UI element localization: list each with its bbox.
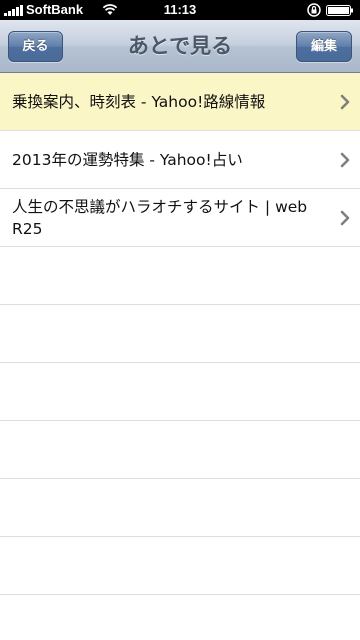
empty-row [0,363,360,421]
empty-row [0,537,360,595]
read-later-list: 乗換案内、時刻表 - Yahoo!路線情報 2013年の運勢特集 - Yahoo… [0,73,360,595]
empty-row [0,247,360,305]
status-time: 11:13 [163,2,197,17]
list-item[interactable]: 2013年の運勢特集 - Yahoo!占い [0,131,360,189]
status-bar: SoftBank 11:13 [0,0,360,20]
empty-row [0,421,360,479]
rotation-lock-icon [307,3,321,17]
chevron-right-icon [340,94,350,109]
battery-icon [326,5,353,16]
chevron-right-icon [340,152,350,167]
list-item[interactable]: 人生の不思議がハラオチするサイト | web R25 [0,189,360,247]
back-button[interactable]: 戻る [8,31,63,62]
list-item-label: 乗換案内、時刻表 - Yahoo!路線情報 [12,93,266,111]
chevron-right-icon [340,210,350,225]
list-item-label: 人生の不思議がハラオチするサイト | web R25 [12,198,308,238]
edit-button[interactable]: 編集 [296,31,352,62]
navigation-bar: あとで見る 戻る 編集 [0,20,360,73]
empty-row [0,479,360,537]
empty-row [0,305,360,363]
list-item-label: 2013年の運勢特集 - Yahoo!占い [12,151,243,169]
list-item[interactable]: 乗換案内、時刻表 - Yahoo!路線情報 [0,73,360,131]
